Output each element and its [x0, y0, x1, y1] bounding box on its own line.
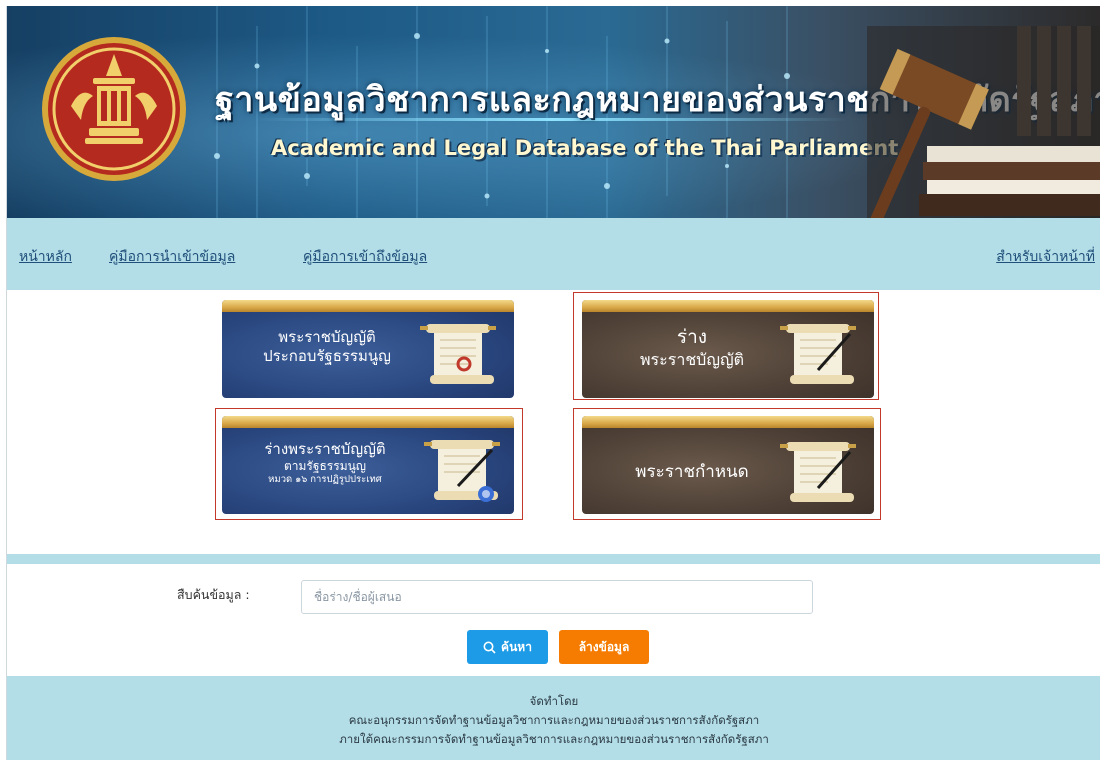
- tile-gold-band: [582, 416, 874, 428]
- category-tile-royal-decree[interactable]: พระราชกำหนด: [582, 416, 874, 514]
- search-input[interactable]: [301, 580, 813, 614]
- nav-link-import-guide[interactable]: คู่มือการนำเข้าข้อมูล: [109, 246, 235, 268]
- tile-gold-band: [222, 416, 514, 428]
- tile-gold-band: [582, 300, 874, 312]
- category-tile-draft-act[interactable]: ร่าง พระราชบัญญัติ: [582, 300, 874, 398]
- category-tile-organic-act[interactable]: พระราชบัญญัติ ประกอบรัฐธรรมนูญ: [222, 300, 514, 398]
- scroll-icon: [780, 442, 856, 502]
- tile-label: ร่าง พระราชบัญญัติ: [640, 326, 744, 369]
- tile-label: พระราชบัญญัติ ประกอบรัฐธรรมนูญ: [263, 328, 391, 365]
- section-divider: [7, 554, 1100, 564]
- nav-link-staff[interactable]: สำหรับเจ้าหน้าที่: [996, 246, 1095, 268]
- category-tile-reform-draft-act[interactable]: ร่างพระราชบัญญัติ ตามรัฐธรรมนูญ หมวด ๑๖ …: [222, 416, 514, 514]
- search-icon: [483, 641, 496, 654]
- nav-link-home[interactable]: หน้าหลัก: [19, 246, 72, 268]
- parliament-seal-icon: [42, 37, 186, 181]
- gavel-icon: [867, 26, 1100, 218]
- header-banner: ฐานข้อมูลวิชาการและกฎหมายของส่วนราชการสั…: [7, 6, 1100, 218]
- scroll-icon: [424, 440, 500, 502]
- footer-line-prepared-by: จัดทำโดย: [529, 694, 579, 708]
- page: ฐานข้อมูลวิชาการและกฎหมายของส่วนราชการสั…: [6, 6, 1100, 760]
- footer-line-committee: ภายใต้คณะกรรมการจัดทำฐานข้อมูลวิชาการและ…: [339, 732, 769, 746]
- tile-label: ร่างพระราชบัญญัติ ตามรัฐธรรมนูญ หมวด ๑๖ …: [264, 440, 386, 485]
- scroll-icon: [780, 324, 856, 384]
- footer: จัดทำโดย คณะอนุกรรมการจัดทำฐานข้อมูลวิชา…: [7, 676, 1100, 760]
- footer-line-subcommittee: คณะอนุกรรมการจัดทำฐานข้อมูลวิชาการและกฎห…: [348, 713, 760, 727]
- scroll-icon: [420, 324, 496, 384]
- nav-link-access-guide[interactable]: คู่มือการเข้าถึงข้อมูล: [303, 246, 427, 268]
- clear-button-label: ล้างข้อมูล: [578, 639, 630, 654]
- search-button-label: ค้นหา: [501, 639, 532, 654]
- tile-label: พระราชกำหนด: [635, 462, 749, 482]
- search-label: สืบค้นข้อมูล :: [177, 587, 250, 602]
- tile-gold-band: [222, 300, 514, 312]
- top-nav-bar: หน้าหลัก คู่มือการนำเข้าข้อมูล คู่มือการ…: [7, 218, 1100, 290]
- site-title-english: Academic and Legal Database of the Thai …: [271, 136, 899, 160]
- search-button[interactable]: ค้นหา: [467, 630, 548, 664]
- clear-button[interactable]: ล้างข้อมูล: [559, 630, 649, 664]
